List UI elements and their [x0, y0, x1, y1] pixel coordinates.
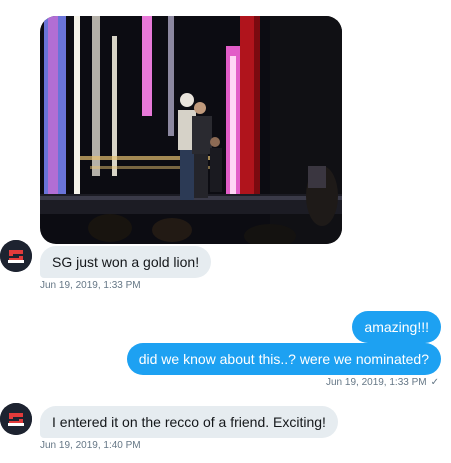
message-bubble-outgoing: did we know about this..? were we nomina… [126, 343, 441, 375]
sender-logo-avatar [0, 240, 32, 272]
message-timestamp: Jun 19, 2019, 1:33 PM [40, 280, 141, 291]
sender-avatar[interactable] [0, 240, 32, 272]
message-bubble-outgoing: amazing!!! [352, 311, 441, 343]
sender-avatar[interactable] [0, 403, 32, 435]
message-bubble-incoming: SG just won a gold lion! [40, 246, 212, 278]
message-timestamp-outgoing: Jun 19, 2019, 1:33 PM ✓ [326, 377, 439, 389]
stage-photo [40, 16, 342, 244]
message-bubble-incoming: I entered it on the recco of a friend. E… [40, 406, 338, 438]
shared-photo[interactable] [40, 16, 342, 244]
sender-logo-avatar [0, 403, 32, 435]
message-timestamp: Jun 19, 2019, 1:40 PM [40, 440, 141, 451]
message-timestamp: Jun 19, 2019, 1:33 PM [325, 377, 427, 388]
check-icon: ✓ [430, 377, 439, 388]
